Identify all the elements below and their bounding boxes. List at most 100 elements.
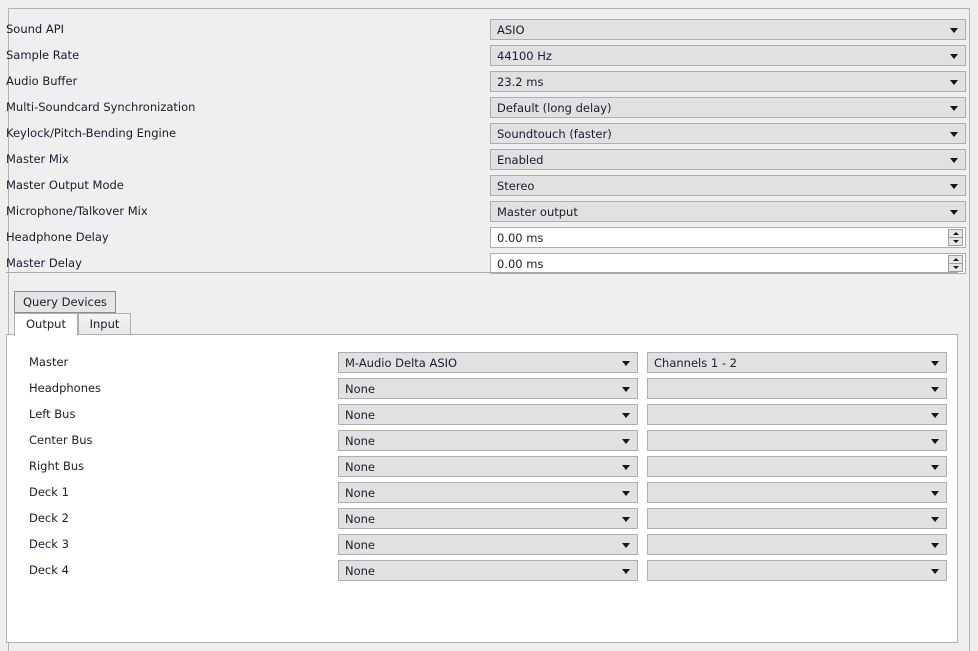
- setting-sound-api-dropdown[interactable]: ASIO: [490, 19, 966, 40]
- setting-row: Sound API ASIO: [0, 19, 966, 41]
- setting-label: Headphone Delay: [6, 230, 109, 244]
- setting-master-output-mode-dropdown-value: Stereo: [497, 179, 535, 193]
- channels-headphones-dropdown[interactable]: [647, 378, 947, 399]
- chevron-down-icon: [931, 490, 939, 496]
- chevron-down-icon: [931, 386, 939, 392]
- chevron-down-icon: [950, 79, 958, 85]
- channels-center-bus-dropdown[interactable]: [647, 430, 947, 451]
- device-deck-2-dropdown-value: None: [345, 512, 376, 526]
- channels-deck-2-dropdown[interactable]: [647, 508, 947, 529]
- device-row: Deck 1 None: [7, 481, 957, 503]
- chevron-down-icon: [931, 464, 939, 470]
- setting-row: Master Mix Enabled: [0, 149, 966, 171]
- device-row-label: Left Bus: [29, 407, 76, 421]
- device-row: Deck 2 None: [7, 507, 957, 529]
- setting-label: Microphone/Talkover Mix: [6, 204, 148, 218]
- chevron-down-icon: [950, 131, 958, 137]
- device-row: Deck 3 None: [7, 533, 957, 555]
- setting-label: Multi-Soundcard Synchronization: [6, 100, 196, 114]
- device-master-dropdown[interactable]: M-Audio Delta ASIO: [338, 352, 638, 373]
- setting-row: Multi-Soundcard Synchronization Default (…: [0, 97, 966, 119]
- device-tabs: Output Input: [6, 313, 958, 336]
- tab-input[interactable]: Input: [77, 313, 132, 335]
- chevron-down-icon: [931, 438, 939, 444]
- device-row-label: Deck 1: [29, 485, 69, 499]
- setting-master-output-mode-dropdown[interactable]: Stereo: [490, 175, 966, 196]
- setting-sample-rate-dropdown-value: 44100 Hz: [497, 49, 552, 63]
- chevron-down-icon: [950, 157, 958, 163]
- setting-master-delay-spinbox[interactable]: 0.00 ms: [490, 253, 966, 274]
- setting-sound-api-dropdown-value: ASIO: [497, 23, 525, 37]
- spinner-up-icon[interactable]: [948, 229, 963, 238]
- setting-multi-soundcard-synchronization-dropdown[interactable]: Default (long delay): [490, 97, 966, 118]
- setting-multi-soundcard-synchronization-dropdown-value: Default (long delay): [497, 101, 612, 115]
- setting-keylock-pitch-bending-engine-dropdown-value: Soundtouch (faster): [497, 127, 612, 141]
- chevron-down-icon: [950, 27, 958, 33]
- device-deck-4-dropdown[interactable]: None: [338, 560, 638, 581]
- setting-label: Master Delay: [6, 256, 82, 270]
- chevron-down-icon: [622, 516, 630, 522]
- device-deck-2-dropdown[interactable]: None: [338, 508, 638, 529]
- setting-microphone-talkover-mix-dropdown[interactable]: Master output: [490, 201, 966, 222]
- chevron-down-icon: [622, 568, 630, 574]
- chevron-down-icon: [931, 412, 939, 418]
- device-row-label: Deck 4: [29, 563, 69, 577]
- device-master-dropdown-value: M-Audio Delta ASIO: [345, 356, 458, 370]
- device-row: Right Bus None: [7, 455, 957, 477]
- chevron-down-icon: [950, 53, 958, 59]
- spinner-down-icon[interactable]: [948, 264, 963, 272]
- device-row-label: Right Bus: [29, 459, 85, 473]
- device-headphones-dropdown[interactable]: None: [338, 378, 638, 399]
- chevron-down-icon: [931, 360, 939, 366]
- setting-label: Keylock/Pitch-Bending Engine: [6, 126, 177, 140]
- chevron-down-icon: [622, 412, 630, 418]
- device-left-bus-dropdown-value: None: [345, 408, 376, 422]
- chevron-down-icon: [622, 542, 630, 548]
- channels-master-dropdown-value: Channels 1 - 2: [654, 356, 737, 370]
- device-deck-3-dropdown-value: None: [345, 538, 376, 552]
- chevron-down-icon: [950, 105, 958, 111]
- device-deck-3-dropdown[interactable]: None: [338, 534, 638, 555]
- setting-label: Sample Rate: [6, 48, 80, 62]
- audio-settings-page: Sound API ASIO Sample Rate 44100 Hz Audio Bu…: [0, 0, 978, 651]
- channels-deck-1-dropdown[interactable]: [647, 482, 947, 503]
- setting-headphone-delay-spinbox[interactable]: 0.00 ms: [490, 227, 966, 248]
- device-row: Headphones None: [7, 377, 957, 399]
- spinner-up-icon[interactable]: [948, 255, 963, 264]
- chevron-down-icon: [622, 438, 630, 444]
- device-center-bus-dropdown[interactable]: None: [338, 430, 638, 451]
- device-right-bus-dropdown[interactable]: None: [338, 456, 638, 477]
- query-devices-button[interactable]: Query Devices: [14, 291, 116, 313]
- device-deck-4-dropdown-value: None: [345, 564, 376, 578]
- setting-microphone-talkover-mix-dropdown-value: Master output: [497, 205, 578, 219]
- setting-sample-rate-dropdown[interactable]: 44100 Hz: [490, 45, 966, 66]
- setting-label: Master Output Mode: [6, 178, 124, 192]
- tab-output[interactable]: Output: [14, 313, 78, 336]
- channels-deck-4-dropdown[interactable]: [647, 560, 947, 581]
- setting-master-mix-dropdown[interactable]: Enabled: [490, 149, 966, 170]
- device-deck-1-dropdown[interactable]: None: [338, 482, 638, 503]
- device-row-label: Deck 3: [29, 537, 69, 551]
- setting-row: Microphone/Talkover Mix Master output: [0, 201, 966, 223]
- setting-audio-buffer-dropdown[interactable]: 23.2 ms: [490, 71, 966, 92]
- chevron-down-icon: [622, 490, 630, 496]
- device-row-label: Master: [29, 355, 69, 369]
- setting-keylock-pitch-bending-engine-dropdown[interactable]: Soundtouch (faster): [490, 123, 966, 144]
- chevron-down-icon: [931, 542, 939, 548]
- channels-left-bus-dropdown[interactable]: [647, 404, 947, 425]
- device-left-bus-dropdown[interactable]: None: [338, 404, 638, 425]
- setting-master-delay-spinbox-stepper[interactable]: [948, 255, 963, 272]
- device-headphones-dropdown-value: None: [345, 382, 376, 396]
- spinner-down-icon[interactable]: [948, 238, 963, 246]
- chevron-down-icon: [931, 568, 939, 574]
- channels-master-dropdown[interactable]: Channels 1 - 2: [647, 352, 947, 373]
- device-row: Left Bus None: [7, 403, 957, 425]
- device-deck-1-dropdown-value: None: [345, 486, 376, 500]
- channels-deck-3-dropdown[interactable]: [647, 534, 947, 555]
- setting-row: Master Output Mode Stereo: [0, 175, 966, 197]
- setting-headphone-delay-spinbox-stepper[interactable]: [948, 229, 963, 246]
- setting-label: Sound API: [6, 22, 65, 36]
- chevron-down-icon: [622, 464, 630, 470]
- setting-label: Master Mix: [6, 152, 69, 166]
- channels-right-bus-dropdown[interactable]: [647, 456, 947, 477]
